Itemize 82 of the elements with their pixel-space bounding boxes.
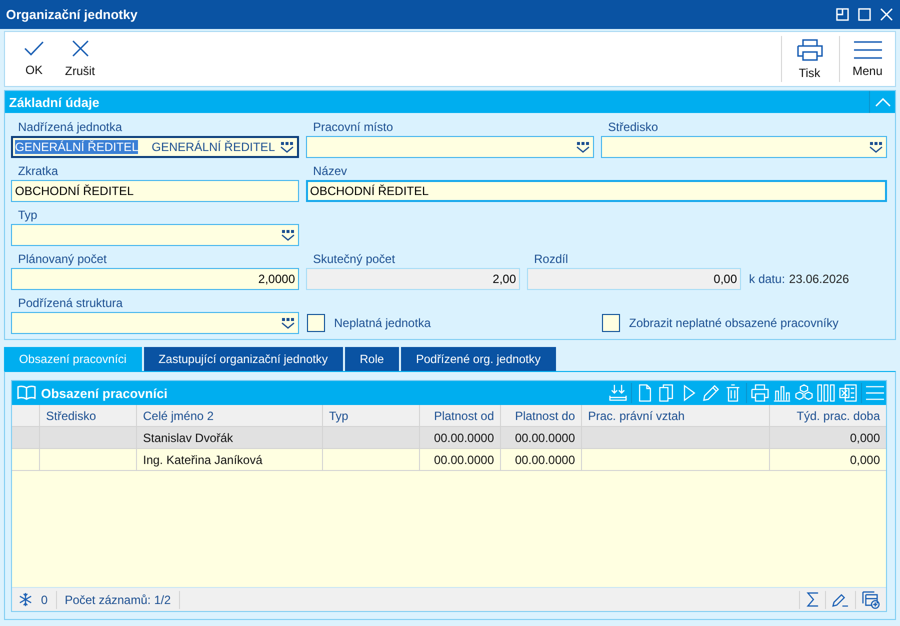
field-description: GENERÁLNÍ ŘEDITEL (152, 140, 275, 154)
table-row[interactable]: Ing. Kateřina Janíková 00.00.0000 00.00.0000 0,000 (12, 449, 886, 471)
copy-icon[interactable] (658, 384, 676, 402)
field-label: Podřízená struktura (17, 296, 124, 312)
check-icon (24, 41, 44, 56)
menu-icon (854, 40, 882, 58)
printer-icon (796, 38, 822, 60)
column-header[interactable]: Platnost od (420, 405, 501, 426)
sigma-icon[interactable] (806, 592, 819, 607)
dropdown-field[interactable] (11, 312, 299, 334)
table-cell: 00.00.0000 (501, 449, 582, 470)
document-icon[interactable] (636, 384, 654, 402)
record-count: Počet záznamů: 1/2 (64, 592, 171, 606)
hexagons-icon[interactable] (795, 384, 813, 402)
column-header[interactable]: Celé jméno 2 (137, 405, 323, 426)
checkbox[interactable] (307, 314, 325, 332)
dropdown-icon[interactable] (869, 142, 883, 152)
maximize-icon[interactable] (858, 8, 871, 21)
spreadsheet-icon[interactable] (839, 384, 857, 402)
printer-icon[interactable] (751, 384, 769, 402)
field-label: Skutečný počet (312, 252, 396, 268)
field-label: Rozdíl (533, 252, 570, 268)
add-table-icon[interactable] (862, 590, 880, 608)
column-header[interactable]: Typ (323, 405, 420, 426)
table-cell: 00.00.0000 (420, 427, 501, 448)
table-cell: 00.00.0000 (420, 449, 501, 470)
columns-icon[interactable] (817, 384, 835, 402)
tab[interactable]: Zastupující organizační jednotky (144, 347, 343, 371)
tab[interactable]: Podřízené org. jednotky (401, 347, 556, 371)
table-cell: 00.00.0000 (501, 427, 582, 448)
checkbox-label: Neplatná jednotka (334, 316, 431, 330)
dropdown-icon[interactable] (280, 142, 294, 152)
field-label: Zkratka (17, 164, 60, 180)
dropdown-field[interactable] (306, 136, 594, 158)
layout-icon[interactable] (836, 8, 849, 21)
input-field[interactable]: OBCHODNÍ ŘEDITEL (306, 180, 887, 202)
checkbox-label: Zobrazit neplatné obsazené pracovníky (629, 316, 838, 330)
field-label: Nadřízená jednotka (17, 120, 124, 136)
ok-button[interactable]: OK (11, 36, 57, 82)
table-row[interactable]: Stanislav Dvořák 00.00.0000 00.00.0000 0,000 (12, 427, 886, 449)
bar-chart-icon[interactable] (773, 384, 791, 402)
table-cell-text: 0,000 (848, 452, 881, 468)
panel-title: Základní údaje (9, 94, 100, 110)
checkbox[interactable] (602, 314, 620, 332)
dropdown-field[interactable]: GENERÁLNÍ ŘEDITEL GENERÁLNÍ ŘEDITEL (11, 136, 299, 158)
tab[interactable]: Role (344, 347, 399, 371)
input-field[interactable]: 2,0000 (11, 268, 299, 290)
column-header[interactable]: Středisko (40, 405, 137, 426)
dropdown-icon[interactable] (576, 142, 590, 152)
field-label: Pracovní místo (312, 120, 394, 136)
book-icon (17, 385, 36, 401)
close-icon[interactable] (880, 8, 893, 21)
dropdown-icon[interactable] (281, 230, 295, 240)
dropdown-field[interactable] (601, 136, 887, 158)
menu-icon[interactable] (866, 384, 884, 402)
column-header[interactable]: Prac. právní vztah (582, 405, 770, 426)
table-cell: Stanislav Dvořák (137, 427, 323, 448)
trash-icon[interactable] (724, 384, 742, 402)
field-label: Středisko (607, 120, 660, 136)
table-cell: Ing. Kateřina Janíková (137, 449, 323, 470)
cancel-button[interactable]: Zrušit (57, 36, 103, 82)
pencil-icon[interactable] (832, 592, 849, 607)
chevron-up-icon (874, 98, 890, 106)
field-label: Název (312, 164, 348, 180)
table-cell-text: 0,000 (848, 430, 881, 446)
menu-button[interactable]: Menu (839, 36, 895, 82)
grid-title: Obsazení pracovníci (41, 386, 168, 400)
field-label: Typ (17, 208, 38, 224)
window-title: Organizační jednotky (6, 7, 138, 22)
dropdown-field[interactable] (11, 224, 299, 246)
print-button[interactable]: Tisk (781, 36, 837, 82)
import-icon[interactable] (609, 384, 627, 402)
date-text: 23.06.2026 (789, 272, 850, 286)
snowflake-icon[interactable] (18, 592, 33, 607)
column-header[interactable]: Platnost do (501, 405, 582, 426)
cross-icon (72, 40, 88, 57)
count-label: 0 (41, 592, 48, 606)
input-field[interactable]: OBCHODNÍ ŘEDITEL (11, 180, 299, 202)
dropdown-icon[interactable] (281, 318, 295, 328)
field-label: Plánovaný počet (17, 252, 108, 268)
column-header[interactable]: Týd. prac. doba (770, 405, 886, 426)
date-caption: k datu: (749, 272, 786, 286)
